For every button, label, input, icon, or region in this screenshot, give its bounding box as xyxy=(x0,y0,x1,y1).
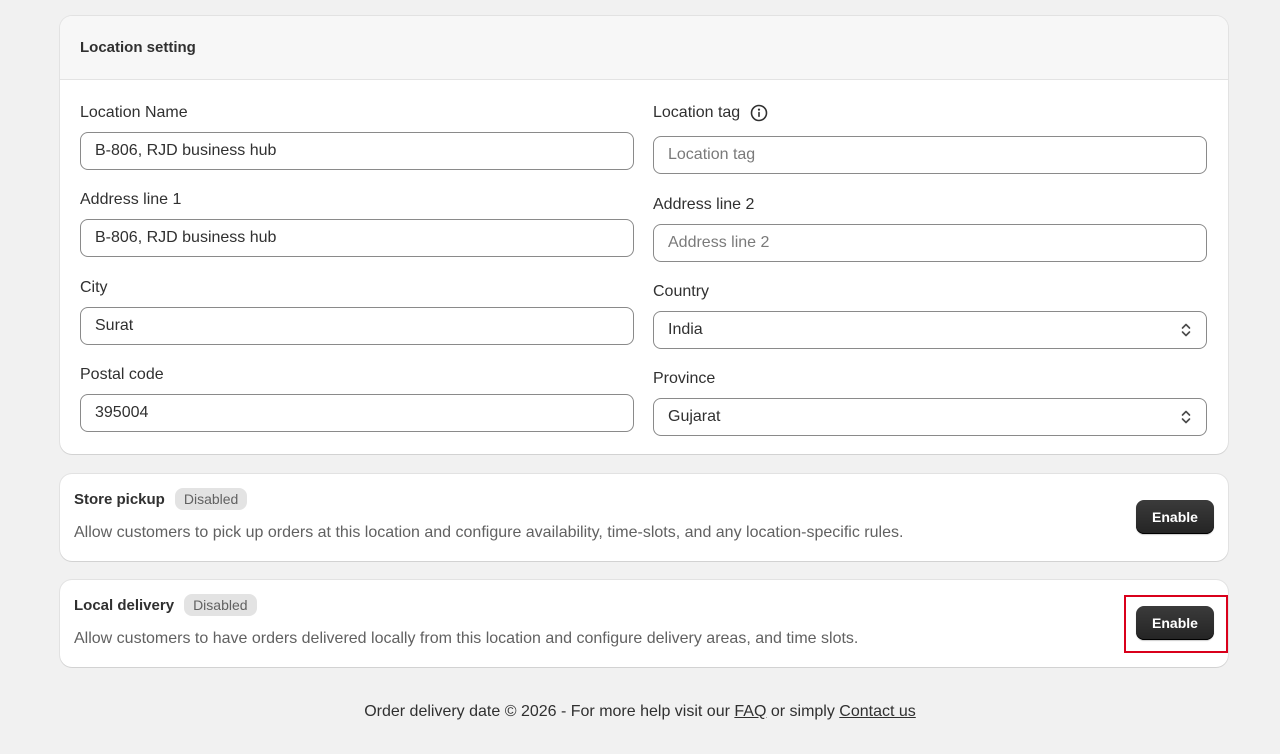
chevron-up-down-icon xyxy=(1180,408,1192,426)
location-tag-label: Location tag xyxy=(653,104,741,121)
local-delivery-description: Allow customers to have orders delivered… xyxy=(74,630,859,647)
address-line-1-label: Address line 1 xyxy=(80,191,182,208)
faq-link[interactable]: FAQ xyxy=(734,703,766,720)
address-line-1-field: Address line 1 xyxy=(80,189,634,257)
status-badge: Disabled xyxy=(184,594,257,616)
footer: Order delivery date © 2026 - For more he… xyxy=(0,703,1280,721)
country-label: Country xyxy=(653,283,710,300)
location-tag-label-row: Location tag xyxy=(653,102,1207,124)
location-name-label: Location Name xyxy=(80,104,188,121)
address-line-2-input[interactable] xyxy=(653,224,1207,262)
local-delivery-enable-button[interactable]: Enable xyxy=(1136,606,1214,640)
city-input[interactable] xyxy=(80,307,634,345)
address-line-1-input[interactable] xyxy=(80,219,634,257)
local-delivery-title: Local delivery xyxy=(74,596,175,614)
location-settings-card: Location setting Location Name Address l… xyxy=(60,16,1228,454)
local-delivery-header: Local delivery Disabled xyxy=(74,594,257,616)
store-pickup-header: Store pickup Disabled xyxy=(74,488,248,510)
footer-text: Order delivery date © 2026 - For more he… xyxy=(364,703,735,720)
country-value: India xyxy=(668,321,703,338)
location-tag-input[interactable] xyxy=(653,136,1207,174)
footer-text-middle: or simply xyxy=(766,703,840,720)
country-field: Country India xyxy=(653,281,1207,349)
chevron-up-down-icon xyxy=(1180,321,1192,339)
store-pickup-description: Allow customers to pick up orders at thi… xyxy=(74,524,904,541)
store-pickup-enable-button[interactable]: Enable xyxy=(1136,500,1214,534)
address-line-2-label: Address line 2 xyxy=(653,196,755,213)
city-field: City xyxy=(80,277,634,345)
location-settings-title: Location setting xyxy=(60,16,1228,80)
province-select[interactable]: Gujarat xyxy=(653,398,1207,436)
province-value: Gujarat xyxy=(668,408,721,425)
store-pickup-card: Store pickup Disabled Allow customers to… xyxy=(60,474,1228,561)
postal-code-field: Postal code xyxy=(80,364,634,432)
store-pickup-title: Store pickup xyxy=(74,490,165,508)
province-field: Province Gujarat xyxy=(653,368,1207,436)
postal-code-label: Postal code xyxy=(80,366,164,383)
postal-code-input[interactable] xyxy=(80,394,634,432)
location-name-field: Location Name xyxy=(80,102,634,170)
country-select[interactable]: India xyxy=(653,311,1207,349)
city-label: City xyxy=(80,279,108,296)
address-line-2-field: Address line 2 xyxy=(653,194,1207,262)
location-name-input[interactable] xyxy=(80,132,634,170)
contact-us-link[interactable]: Contact us xyxy=(839,703,915,720)
province-label: Province xyxy=(653,370,716,387)
location-tag-field: Location tag xyxy=(653,102,1207,174)
status-badge: Disabled xyxy=(174,488,248,510)
local-delivery-card: Local delivery Disabled Allow customers … xyxy=(60,580,1228,667)
info-icon[interactable] xyxy=(750,104,768,122)
